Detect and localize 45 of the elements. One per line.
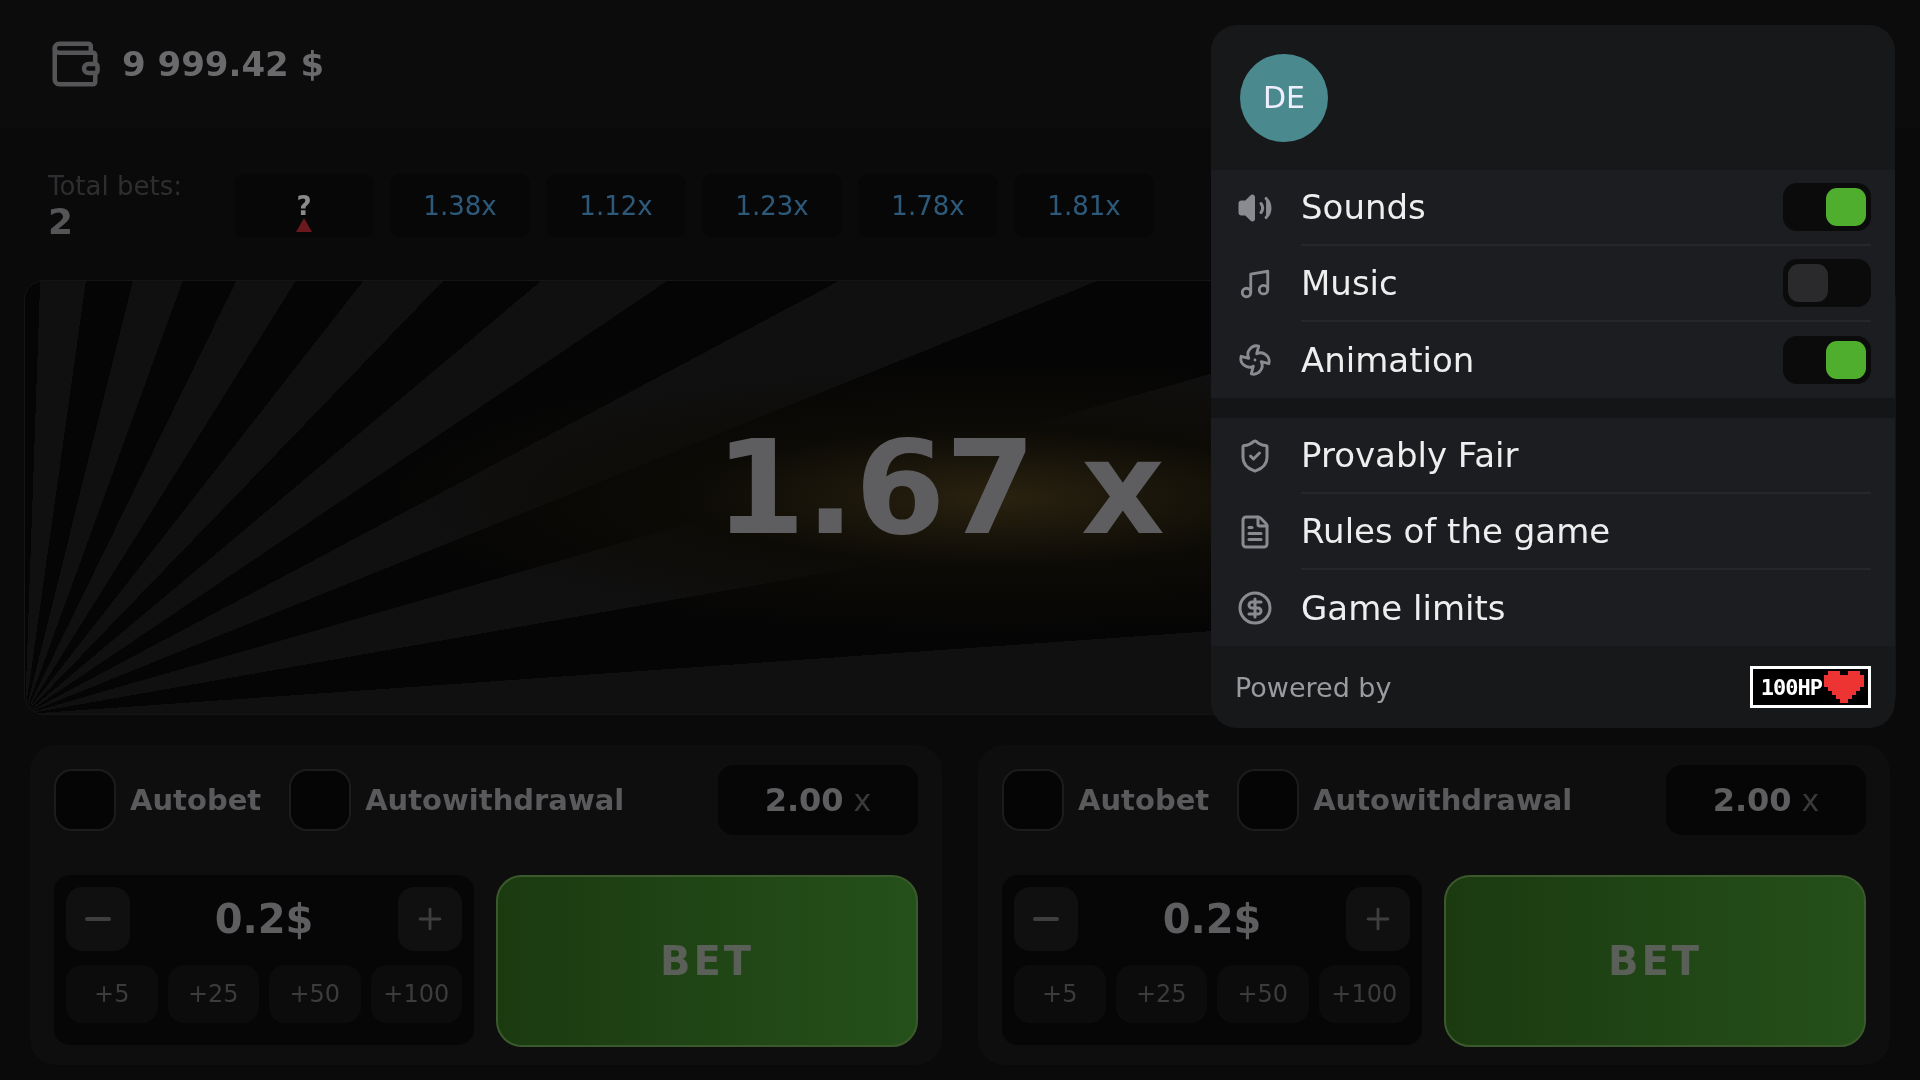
autowithdrawal-label: Autowithdrawal (1313, 783, 1573, 817)
increase-button[interactable] (1346, 887, 1410, 951)
decrease-button[interactable] (66, 887, 130, 951)
decrease-button[interactable] (1014, 887, 1078, 951)
history-multiplier: 1.78x (858, 174, 998, 238)
bet-button[interactable]: BET (496, 875, 918, 1047)
setting-label: Sounds (1301, 187, 1427, 227)
balance: 9 999.42 $ (122, 44, 325, 84)
minus-icon (1033, 917, 1059, 921)
autowithdrawal-label: Autowithdrawal (365, 783, 625, 817)
fan-icon (1238, 343, 1272, 377)
bet-amount: 0.2$ (1162, 896, 1262, 942)
brand-logo: 100HP (1749, 666, 1871, 708)
minus-icon (85, 917, 111, 921)
autobet-checkbox[interactable] (54, 769, 116, 831)
autobet-label: Autobet (130, 783, 262, 817)
pending-round-chip: ? (234, 174, 374, 238)
menu-link[interactable]: Rules of the game (1301, 511, 1871, 551)
autobet-label: Autobet (1078, 783, 1210, 817)
history-multiplier: 1.81x (1014, 174, 1154, 238)
toggle-switch[interactable] (1783, 259, 1871, 307)
cashout-value: 2.00 (764, 781, 844, 819)
toggle-switch[interactable] (1783, 336, 1871, 384)
cashout-value: 2.00 (1712, 781, 1792, 819)
bet-amount: 0.2$ (214, 896, 314, 942)
bet-button[interactable]: BET (1444, 875, 1866, 1047)
toggle-switch[interactable] (1783, 183, 1871, 231)
total-bets-value: 2 (48, 200, 75, 242)
autowithdrawal-checkbox[interactable] (289, 769, 352, 831)
autobet-checkbox[interactable] (1002, 769, 1064, 831)
warning-triangle-icon (296, 218, 312, 232)
history-multiplier: 1.23x (702, 174, 842, 238)
setting-label: Animation (1301, 340, 1476, 380)
avatar[interactable]: DE (1240, 53, 1328, 142)
dollar-coin-icon (1237, 590, 1273, 626)
increase-button[interactable] (398, 887, 462, 951)
history-multiplier: 1.12x (546, 174, 686, 238)
autowithdrawal-checkbox[interactable] (1237, 769, 1300, 831)
music-note-icon (1238, 267, 1272, 301)
multiplier: 1.67 x (715, 411, 1165, 564)
history-multiplier: 1.38x (390, 174, 530, 238)
setting-label: Music (1301, 263, 1399, 303)
menu-link[interactable]: Provably Fair (1301, 435, 1871, 475)
menu-link[interactable]: Game limits (1301, 588, 1871, 628)
powered-by-label: Powered by (1235, 671, 1392, 703)
